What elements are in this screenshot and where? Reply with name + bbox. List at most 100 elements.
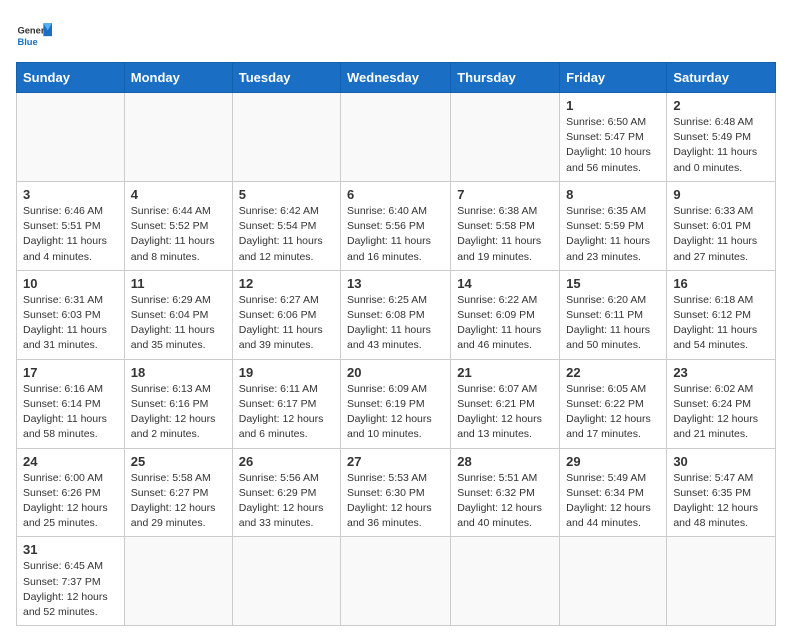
- calendar-cell: [232, 537, 340, 626]
- calendar-cell: 30Sunrise: 5:47 AMSunset: 6:35 PMDayligh…: [667, 448, 776, 537]
- day-number: 5: [239, 187, 334, 202]
- day-info: Sunrise: 6:44 AMSunset: 5:52 PMDaylight:…: [131, 204, 226, 265]
- day-number: 12: [239, 276, 334, 291]
- day-info: Sunrise: 6:16 AMSunset: 6:14 PMDaylight:…: [23, 382, 118, 443]
- day-info: Sunrise: 6:09 AMSunset: 6:19 PMDaylight:…: [347, 382, 444, 443]
- calendar-cell: 3Sunrise: 6:46 AMSunset: 5:51 PMDaylight…: [17, 181, 125, 270]
- day-number: 16: [673, 276, 769, 291]
- calendar-cell: [124, 93, 232, 182]
- calendar-cell: 18 Sunrise: 6:13 AMSunset: 6:16 PMDayligh…: [124, 359, 232, 448]
- calendar-header-row: SundayMondayTuesdayWednesdayThursdayFrid…: [17, 63, 776, 93]
- calendar-cell: [560, 537, 667, 626]
- calendar-cell: [667, 537, 776, 626]
- calendar-header-tuesday: Tuesday: [232, 63, 340, 93]
- calendar-cell: 31Sunrise: 6:45 AMSunset: 7:37 PMDayligh…: [17, 537, 125, 626]
- calendar-cell: 9 Sunrise: 6:33 AMSunset: 6:01 PMDaylight…: [667, 181, 776, 270]
- calendar-week-6: 31Sunrise: 6:45 AMSunset: 7:37 PMDayligh…: [17, 537, 776, 626]
- day-number: 28: [457, 454, 553, 469]
- calendar-header-wednesday: Wednesday: [341, 63, 451, 93]
- calendar-cell: [341, 93, 451, 182]
- day-number: 14: [457, 276, 553, 291]
- header: General Blue: [16, 16, 776, 52]
- day-info: Sunrise: 6:33 AMSunset: 6:01 PMDaylight:…: [673, 204, 769, 265]
- calendar-header-friday: Friday: [560, 63, 667, 93]
- calendar-cell: 5 Sunrise: 6:42 AMSunset: 5:54 PMDaylight…: [232, 181, 340, 270]
- calendar-cell: 2 Sunrise: 6:48 AMSunset: 5:49 PMDaylight…: [667, 93, 776, 182]
- day-info: Sunrise: 6:11 AMSunset: 6:17 PMDaylight:…: [239, 382, 334, 443]
- day-info: Sunrise: 6:13 AMSunset: 6:16 PMDaylight:…: [131, 382, 226, 443]
- calendar-cell: 21 Sunrise: 6:07 AMSunset: 6:21 PMDayligh…: [451, 359, 560, 448]
- calendar-header-thursday: Thursday: [451, 63, 560, 93]
- calendar-cell: 24Sunrise: 6:00 AMSunset: 6:26 PMDayligh…: [17, 448, 125, 537]
- calendar-cell: 26Sunrise: 5:56 AMSunset: 6:29 PMDayligh…: [232, 448, 340, 537]
- day-number: 7: [457, 187, 553, 202]
- calendar-cell: 15 Sunrise: 6:20 AMSunset: 6:11 PMDayligh…: [560, 270, 667, 359]
- day-number: 15: [566, 276, 660, 291]
- calendar-header-sunday: Sunday: [17, 63, 125, 93]
- day-number: 30: [673, 454, 769, 469]
- day-info: Sunrise: 5:51 AMSunset: 6:32 PMDaylight:…: [457, 471, 553, 532]
- calendar-cell: 13 Sunrise: 6:25 AMSunset: 6:08 PMDayligh…: [341, 270, 451, 359]
- day-number: 13: [347, 276, 444, 291]
- calendar-cell: 12 Sunrise: 6:27 AMSunset: 6:06 PMDayligh…: [232, 270, 340, 359]
- calendar-cell: 4Sunrise: 6:44 AMSunset: 5:52 PMDaylight…: [124, 181, 232, 270]
- day-info: Sunrise: 6:40 AMSunset: 5:56 PMDaylight:…: [347, 204, 444, 265]
- day-info: Sunrise: 6:35 AMSunset: 5:59 PMDaylight:…: [566, 204, 660, 265]
- day-number: 26: [239, 454, 334, 469]
- calendar: SundayMondayTuesdayWednesdayThursdayFrid…: [16, 62, 776, 626]
- day-info: Sunrise: 6:02 AMSunset: 6:24 PMDaylight:…: [673, 382, 769, 443]
- day-number: 27: [347, 454, 444, 469]
- calendar-cell: 1 Sunrise: 6:50 AMSunset: 5:47 PMDaylight…: [560, 93, 667, 182]
- day-info: Sunrise: 6:22 AMSunset: 6:09 PMDaylight:…: [457, 293, 553, 354]
- calendar-cell: 11 Sunrise: 6:29 AMSunset: 6:04 PMDayligh…: [124, 270, 232, 359]
- day-info: Sunrise: 6:05 AMSunset: 6:22 PMDaylight:…: [566, 382, 660, 443]
- day-info: Sunrise: 5:53 AMSunset: 6:30 PMDaylight:…: [347, 471, 444, 532]
- calendar-week-3: 10Sunrise: 6:31 AMSunset: 6:03 PMDayligh…: [17, 270, 776, 359]
- calendar-cell: 16Sunrise: 6:18 AMSunset: 6:12 PMDayligh…: [667, 270, 776, 359]
- calendar-cell: [341, 537, 451, 626]
- calendar-cell: 17 Sunrise: 6:16 AMSunset: 6:14 PMDayligh…: [17, 359, 125, 448]
- day-number: 6: [347, 187, 444, 202]
- day-info: Sunrise: 6:07 AMSunset: 6:21 PMDaylight:…: [457, 382, 553, 443]
- calendar-cell: 28 Sunrise: 5:51 AMSunset: 6:32 PMDayligh…: [451, 448, 560, 537]
- calendar-cell: 27 Sunrise: 5:53 AMSunset: 6:30 PMDayligh…: [341, 448, 451, 537]
- calendar-week-4: 17 Sunrise: 6:16 AMSunset: 6:14 PMDayligh…: [17, 359, 776, 448]
- day-info: Sunrise: 6:38 AMSunset: 5:58 PMDaylight:…: [457, 204, 553, 265]
- day-number: 23: [673, 365, 769, 380]
- day-number: 18: [131, 365, 226, 380]
- svg-text:Blue: Blue: [17, 37, 37, 47]
- day-number: 21: [457, 365, 553, 380]
- day-info: Sunrise: 6:45 AMSunset: 7:37 PMDaylight:…: [23, 559, 118, 620]
- day-info: Sunrise: 6:29 AMSunset: 6:04 PMDaylight:…: [131, 293, 226, 354]
- general-blue-logo-icon: General Blue: [16, 16, 52, 52]
- day-info: Sunrise: 5:58 AMSunset: 6:27 PMDaylight:…: [131, 471, 226, 532]
- logo: General Blue: [16, 16, 52, 52]
- day-number: 17: [23, 365, 118, 380]
- day-info: Sunrise: 6:20 AMSunset: 6:11 PMDaylight:…: [566, 293, 660, 354]
- calendar-cell: 14 Sunrise: 6:22 AMSunset: 6:09 PMDayligh…: [451, 270, 560, 359]
- day-number: 3: [23, 187, 118, 202]
- day-number: 20: [347, 365, 444, 380]
- calendar-cell: [451, 537, 560, 626]
- day-number: 9: [673, 187, 769, 202]
- day-number: 19: [239, 365, 334, 380]
- calendar-cell: [124, 537, 232, 626]
- day-info: Sunrise: 6:00 AMSunset: 6:26 PMDaylight:…: [23, 471, 118, 532]
- day-number: 22: [566, 365, 660, 380]
- calendar-header-monday: Monday: [124, 63, 232, 93]
- day-info: Sunrise: 6:27 AMSunset: 6:06 PMDaylight:…: [239, 293, 334, 354]
- calendar-week-2: 3Sunrise: 6:46 AMSunset: 5:51 PMDaylight…: [17, 181, 776, 270]
- calendar-cell: 25 Sunrise: 5:58 AMSunset: 6:27 PMDayligh…: [124, 448, 232, 537]
- day-info: Sunrise: 6:42 AMSunset: 5:54 PMDaylight:…: [239, 204, 334, 265]
- calendar-cell: [17, 93, 125, 182]
- calendar-week-1: 1 Sunrise: 6:50 AMSunset: 5:47 PMDaylight…: [17, 93, 776, 182]
- day-number: 2: [673, 98, 769, 113]
- day-info: Sunrise: 6:25 AMSunset: 6:08 PMDaylight:…: [347, 293, 444, 354]
- day-info: Sunrise: 6:50 AMSunset: 5:47 PMDaylight:…: [566, 115, 660, 176]
- day-number: 1: [566, 98, 660, 113]
- calendar-cell: 29Sunrise: 5:49 AMSunset: 6:34 PMDayligh…: [560, 448, 667, 537]
- day-number: 11: [131, 276, 226, 291]
- day-info: Sunrise: 6:48 AMSunset: 5:49 PMDaylight:…: [673, 115, 769, 176]
- calendar-cell: 19 Sunrise: 6:11 AMSunset: 6:17 PMDayligh…: [232, 359, 340, 448]
- day-number: 25: [131, 454, 226, 469]
